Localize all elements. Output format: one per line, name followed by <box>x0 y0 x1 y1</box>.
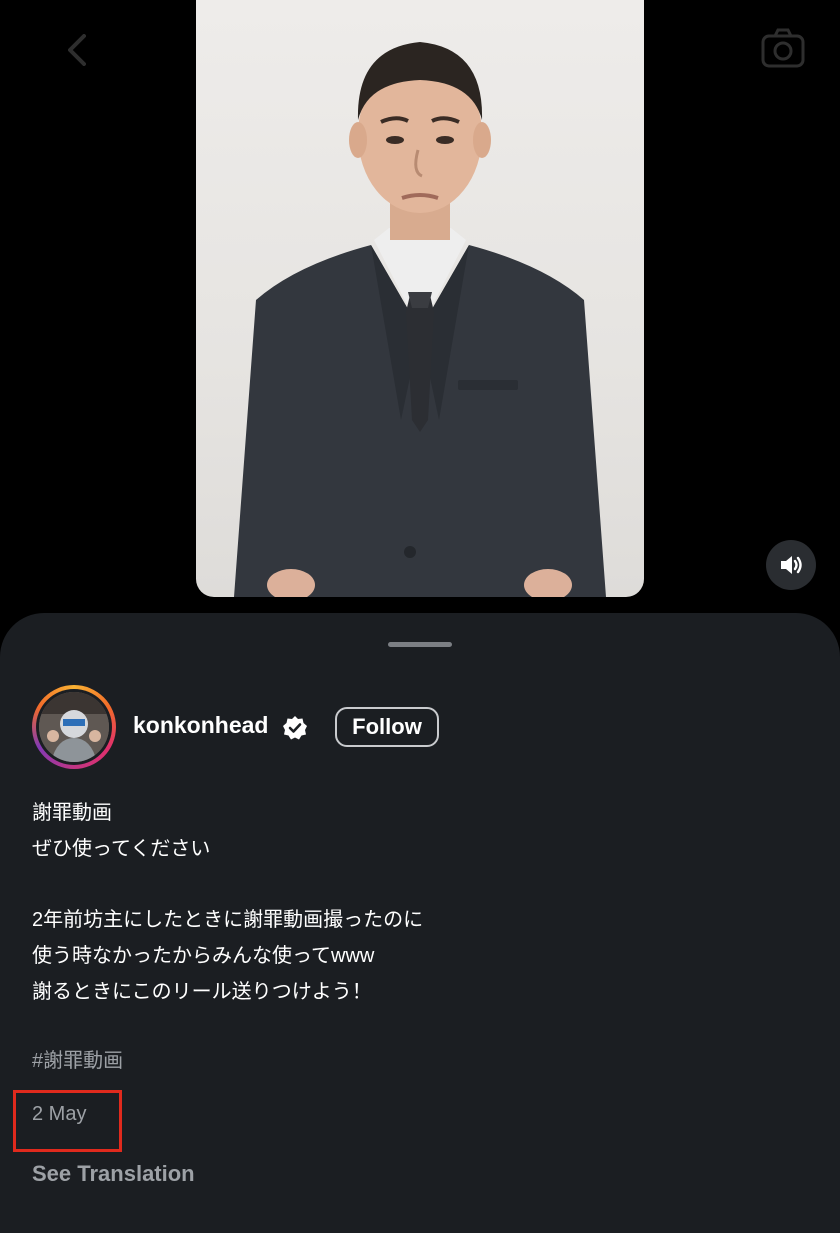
username[interactable]: konkonhead <box>133 712 268 739</box>
avatar <box>39 692 109 762</box>
see-translation-button[interactable]: See Translation <box>32 1161 195 1187</box>
sound-toggle-button[interactable] <box>766 540 816 590</box>
caption-line: ぜひ使ってください <box>32 838 211 860</box>
video-frame-illustration <box>234 42 606 597</box>
verified-badge-icon <box>283 716 307 740</box>
speaker-icon <box>781 556 802 574</box>
date-highlight-box <box>13 1090 122 1152</box>
caption-line: 謝罪動画 <box>32 802 112 824</box>
follow-button[interactable]: Follow <box>335 707 439 747</box>
post-details-sheet: konkonhead Follow 謝罪動画 ぜひ使ってください 2年前坊主にし… <box>0 613 840 1233</box>
caption-line: 謝るときにこのリール送りつけよう！ <box>32 981 372 1003</box>
sheet-drag-handle[interactable] <box>388 642 452 647</box>
hashtag-link[interactable]: #謝罪動画 <box>32 1044 123 1073</box>
avatar-story-ring[interactable] <box>32 685 116 769</box>
caption-line: 使う時なかったからみんな使ってwww <box>32 945 375 967</box>
camera-icon[interactable] <box>758 24 808 74</box>
reel-video[interactable] <box>196 0 644 597</box>
caption-line: 2年前坊主にしたときに謝罪動画撮ったのに <box>32 909 424 931</box>
chevron-left-icon[interactable] <box>58 30 98 70</box>
